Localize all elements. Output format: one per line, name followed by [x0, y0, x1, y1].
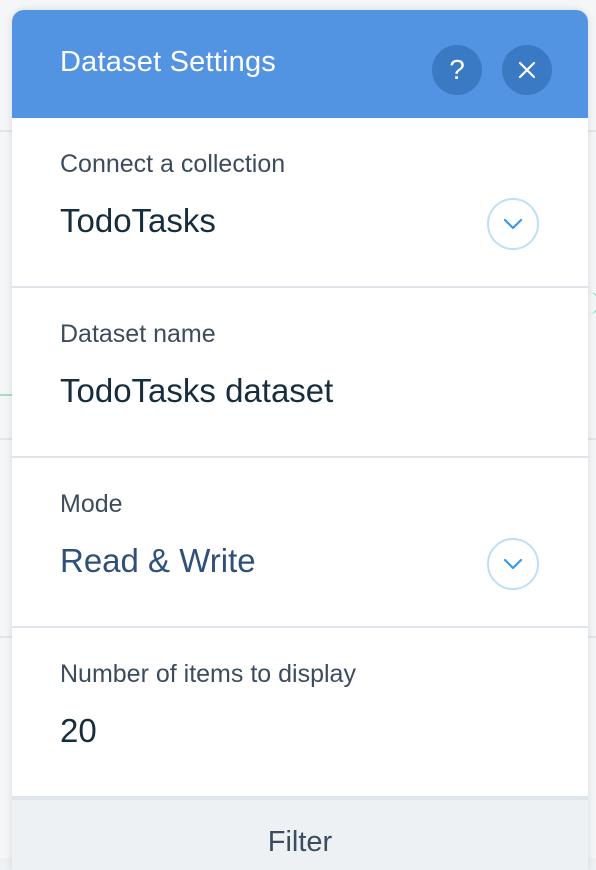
filter-button[interactable]: Filter [12, 798, 588, 870]
mode-value[interactable]: Read & Write [60, 542, 256, 580]
dataset-name-field[interactable]: TodoTasks dataset [60, 372, 333, 410]
panel-title: Dataset Settings [60, 46, 276, 78]
filter-label: Filter [267, 826, 333, 858]
collection-dropdown-button[interactable] [487, 198, 539, 250]
mode-section: Mode Read & Write [12, 458, 588, 628]
chevron-down-icon [503, 218, 523, 230]
close-icon [518, 61, 536, 79]
panel-header: Dataset Settings ? [12, 10, 588, 118]
mode-label: Mode [60, 490, 123, 518]
collection-value[interactable]: TodoTasks [60, 202, 216, 240]
dataset-settings-panel: Dataset Settings ? Connect a collection … [12, 10, 588, 870]
mode-dropdown-button[interactable] [487, 538, 539, 590]
background-connector [0, 394, 12, 396]
collection-section: Connect a collection TodoTasks [12, 118, 588, 288]
dataset-name-section: Dataset name TodoTasks dataset [12, 288, 588, 458]
help-button[interactable]: ? [432, 45, 482, 95]
items-count-field[interactable]: 20 [60, 712, 97, 750]
close-button[interactable] [502, 45, 552, 95]
collection-label: Connect a collection [60, 150, 286, 178]
help-icon: ? [449, 54, 465, 85]
items-section: Number of items to display 20 [12, 628, 588, 798]
items-label: Number of items to display [60, 660, 356, 688]
chevron-down-icon [503, 558, 523, 570]
dataset-name-label: Dataset name [60, 320, 216, 348]
